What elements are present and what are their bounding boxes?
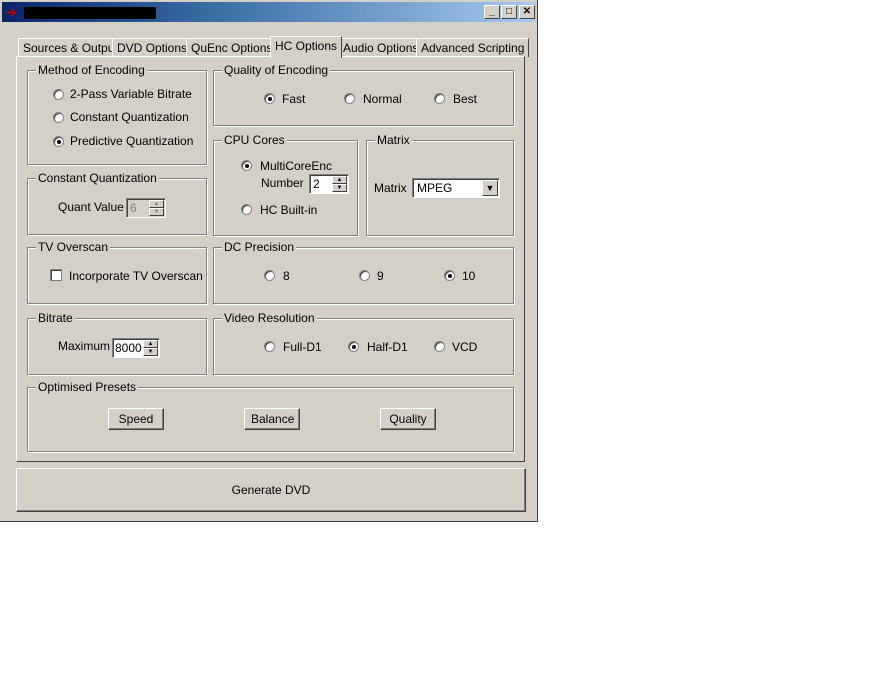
spin-up-icon[interactable]: ▲ [149, 200, 164, 208]
radio-normal[interactable] [344, 93, 355, 104]
group-title: Video Resolution [222, 311, 317, 325]
group-title: Method of Encoding [36, 63, 147, 77]
spinner-value: 2 [313, 177, 320, 191]
dc-precision-group: DC Precision 8 9 10 [213, 240, 514, 304]
radio-label: 8 [283, 269, 290, 283]
radio-label: Full-D1 [283, 340, 322, 354]
tab-sources-output[interactable]: Sources & Output [18, 38, 123, 57]
spin-up-icon[interactable]: ▲ [332, 176, 347, 184]
balance-button[interactable]: Balance [244, 408, 300, 430]
spinner-value: 8000 [115, 341, 142, 355]
bitrate-group: Bitrate Maximum 8000 ▲ ▼ [27, 311, 207, 375]
redacted-title [24, 7, 156, 19]
tab-audio-options[interactable]: Audio Options [338, 38, 424, 57]
matrix-select[interactable]: MPEG ▼ [412, 178, 500, 198]
radio-label: Half-D1 [367, 340, 408, 354]
radio-vcd[interactable] [434, 341, 445, 352]
radio-2pass-vbr[interactable] [53, 89, 64, 100]
group-title: Matrix [375, 133, 412, 147]
radio-label: HC Built-in [260, 203, 318, 217]
radio-full-d1[interactable] [264, 341, 275, 352]
matrix-group: Matrix Matrix MPEG ▼ [366, 133, 514, 236]
tv-overscan-group: TV Overscan Incorporate TV Overscan [27, 240, 207, 304]
select-value: MPEG [417, 181, 453, 195]
matrix-label: Matrix [374, 181, 407, 195]
radio-label: MultiCoreEnc [260, 159, 333, 173]
quant-value-label: Quant Value [58, 200, 124, 214]
core-number-spinner[interactable]: 2 ▲ ▼ [309, 174, 349, 194]
hc-options-panel: Method of Encoding 2-Pass Variable Bitra… [16, 56, 525, 462]
radio-label: 10 [462, 269, 476, 283]
radio-multicoreenc[interactable] [241, 160, 252, 171]
group-title: DC Precision [222, 240, 297, 254]
group-title: Quality of Encoding [222, 63, 331, 77]
radio-label: 9 [377, 269, 384, 283]
radio-label: Predictive Quantization [70, 134, 194, 148]
maximize-button[interactable]: □ [501, 5, 517, 19]
group-title: Constant Quantization [36, 171, 159, 185]
radio-dc-9[interactable] [359, 270, 370, 281]
tab-advanced-scripting[interactable]: Advanced Scripting [416, 38, 530, 57]
spin-down-icon[interactable]: ▼ [332, 184, 347, 192]
group-title: CPU Cores [222, 133, 287, 147]
radio-label: Normal [363, 92, 402, 106]
video-resolution-group: Video Resolution Full-D1 Half-D1 VCD [213, 311, 514, 375]
app-window: ➔ _ □ ✕ Sources & Output DVD Options QuE… [0, 0, 538, 522]
radio-half-d1[interactable] [348, 341, 359, 352]
spinner-value: 6 [130, 201, 137, 215]
radio-label: Fast [282, 92, 306, 106]
generate-dvd-button[interactable]: Generate DVD [16, 468, 526, 512]
tab-quenc-options[interactable]: QuEnc Options [186, 38, 278, 57]
quality-of-encoding-group: Quality of Encoding Fast Normal Best [213, 63, 514, 126]
tab-dvd-options[interactable]: DVD Options [112, 38, 193, 57]
spin-down-icon[interactable]: ▼ [149, 208, 164, 216]
tab-hc-options[interactable]: HC Options [270, 36, 343, 58]
radio-predictive-quant[interactable] [53, 136, 64, 147]
app-arrow-icon: ➔ [5, 4, 17, 20]
radio-constant-quant[interactable] [53, 112, 64, 123]
radio-best[interactable] [434, 93, 445, 104]
radio-fast[interactable] [264, 93, 275, 104]
radio-label: Constant Quantization [70, 110, 189, 124]
radio-label: Best [453, 92, 478, 106]
quant-value-spinner[interactable]: 6 ▲ ▼ [126, 198, 166, 218]
constant-quantization-group: Constant Quantization Quant Value 6 ▲ ▼ [27, 171, 207, 235]
quality-button[interactable]: Quality [380, 408, 436, 430]
number-label: Number [261, 176, 304, 190]
max-bitrate-spinner[interactable]: 8000 ▲ ▼ [112, 338, 160, 358]
spin-down-icon[interactable]: ▼ [143, 348, 158, 356]
incorporate-overscan-checkbox[interactable] [50, 269, 62, 281]
maximum-label: Maximum [58, 339, 111, 353]
radio-hc-builtin[interactable] [241, 204, 252, 215]
title-bar[interactable]: ➔ _ □ ✕ [2, 2, 536, 22]
group-title: Bitrate [36, 311, 75, 325]
radio-dc-10[interactable] [444, 270, 455, 281]
method-of-encoding-group: Method of Encoding 2-Pass Variable Bitra… [27, 63, 207, 165]
radio-label: 2-Pass Variable Bitrate [70, 87, 192, 101]
radio-dc-8[interactable] [264, 270, 275, 281]
checkbox-label: Incorporate TV Overscan [69, 269, 203, 283]
radio-label: VCD [452, 340, 478, 354]
group-title: Optimised Presets [36, 380, 139, 394]
optimised-presets-group: Optimised Presets Speed Balance Quality [27, 380, 514, 452]
dropdown-arrow-icon[interactable]: ▼ [482, 180, 498, 196]
cpu-cores-group: CPU Cores MultiCoreEnc Number 2 ▲ ▼ HC Bu… [213, 133, 358, 236]
speed-button[interactable]: Speed [108, 408, 164, 430]
spin-up-icon[interactable]: ▲ [143, 340, 158, 348]
close-button[interactable]: ✕ [519, 5, 535, 19]
group-title: TV Overscan [36, 240, 111, 254]
minimize-button[interactable]: _ [484, 5, 500, 19]
